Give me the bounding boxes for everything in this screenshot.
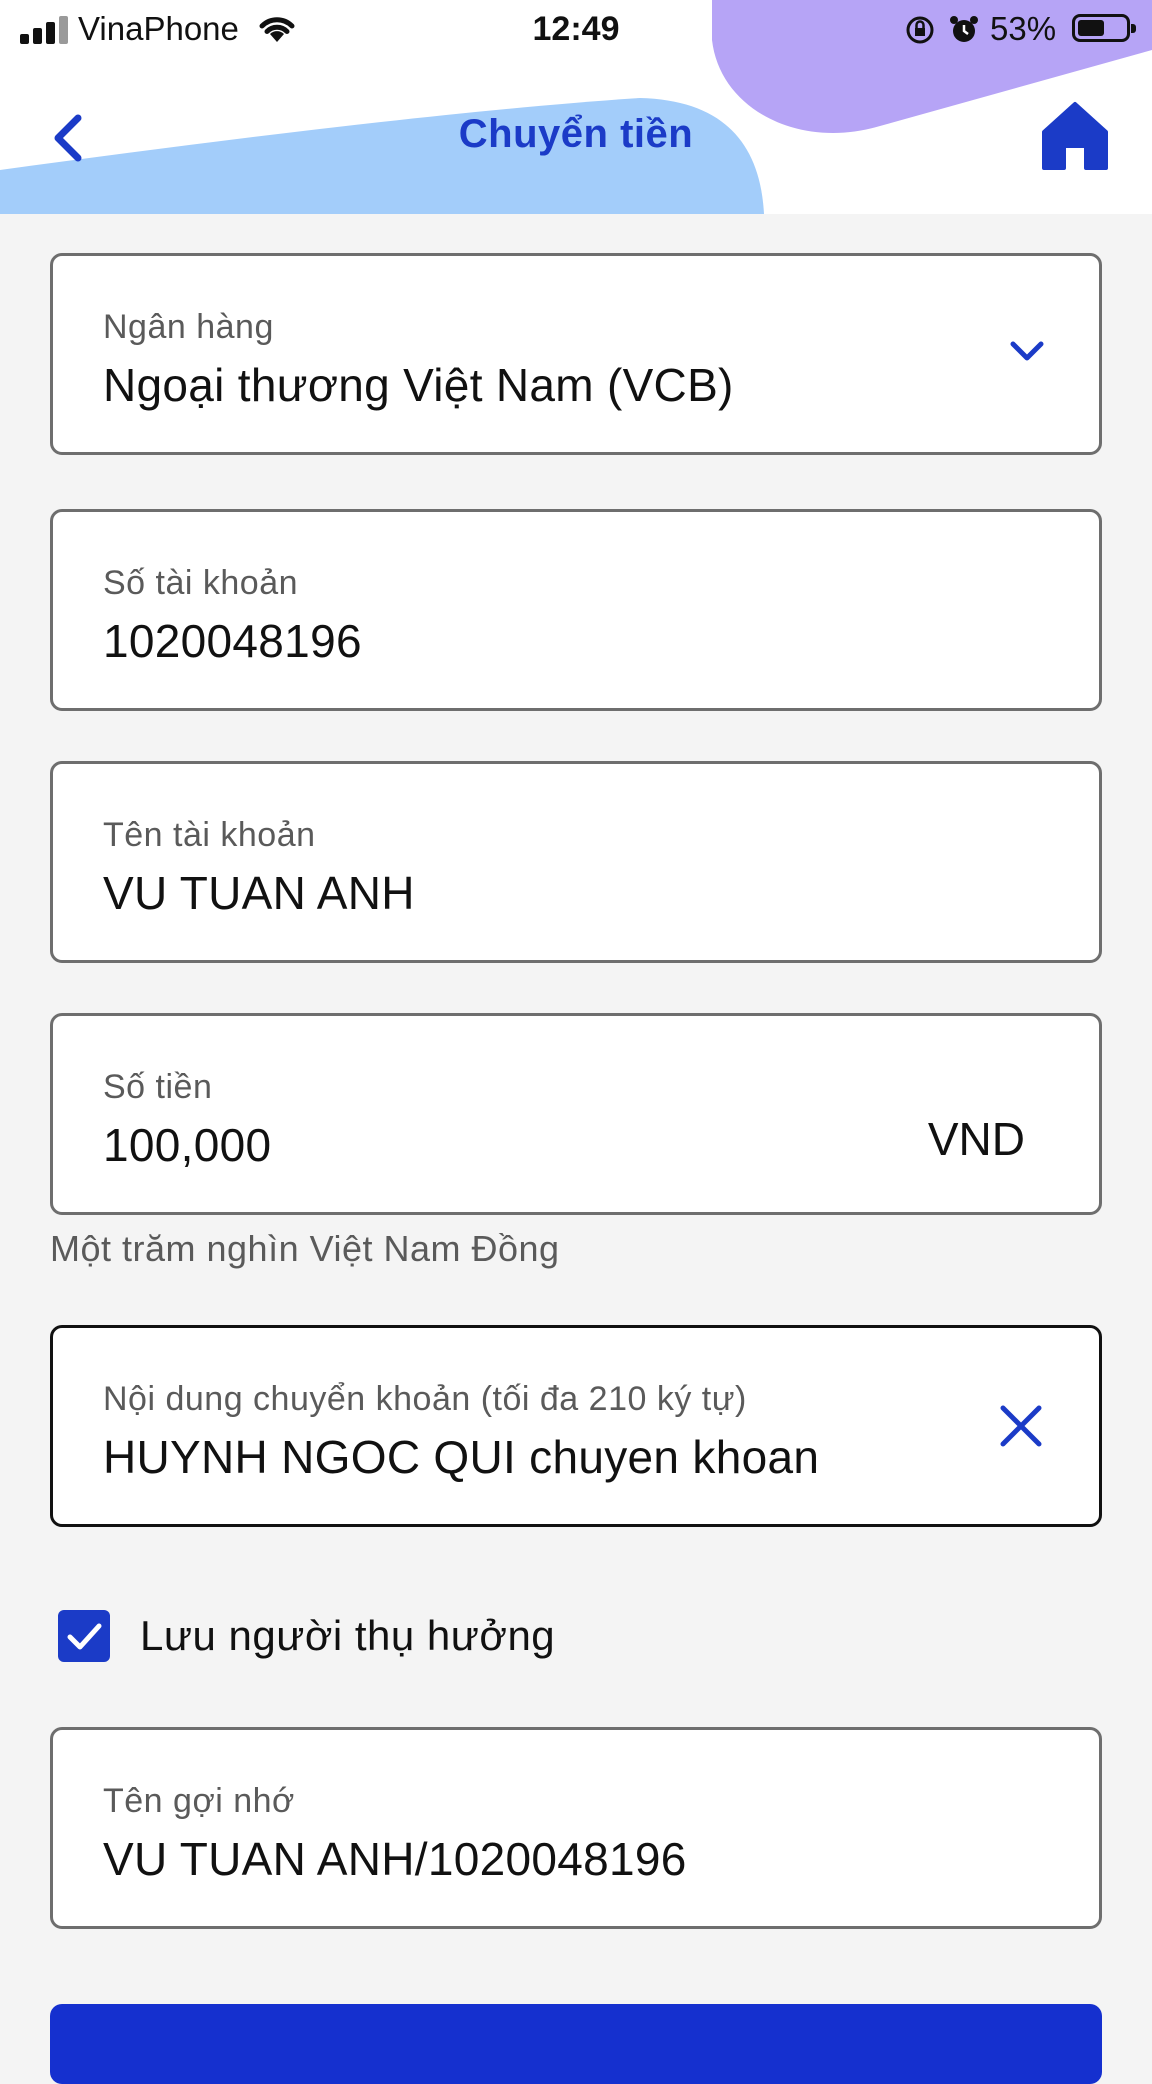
transfer-content-label: Nội dung chuyển khoản (tối đa 210 ký tự) <box>103 1380 747 1418</box>
account-name-label: Tên tài khoản <box>103 816 316 854</box>
battery-icon <box>1072 14 1136 42</box>
home-icon[interactable] <box>1040 100 1110 172</box>
nickname-value: VU TUAN ANH/1020048196 <box>103 1833 687 1885</box>
nickname-label: Tên gợi nhớ <box>103 1782 295 1820</box>
bank-select[interactable]: Ngân hàng Ngoại thương Việt Nam (VCB) <box>50 253 1102 455</box>
checkmark-icon <box>67 1623 102 1650</box>
transfer-content-field[interactable]: Nội dung chuyển khoản (tối đa 210 ký tự)… <box>50 1325 1102 1527</box>
status-bar: VinaPhone 12:49 53% <box>0 0 1152 60</box>
continue-button[interactable] <box>50 2004 1102 2084</box>
save-beneficiary-label[interactable]: Lưu người thụ hưởng <box>140 1612 555 1660</box>
amount-field[interactable]: Số tiền 100,000 VND <box>50 1013 1102 1215</box>
battery-percentage: 53% <box>990 10 1057 47</box>
currency-label: VND <box>927 1113 1025 1165</box>
header: VinaPhone 12:49 53% Chuyển tiền <box>0 0 1152 214</box>
chevron-down-icon[interactable] <box>1005 336 1049 366</box>
clear-icon[interactable] <box>995 1400 1047 1452</box>
account-number-label: Số tài khoản <box>103 564 299 602</box>
alarm-icon <box>950 16 978 42</box>
nickname-field[interactable]: Tên gợi nhớ VU TUAN ANH/1020048196 <box>50 1727 1102 1929</box>
account-number-value: 1020048196 <box>103 615 362 667</box>
account-name-value: VU TUAN ANH <box>103 867 415 919</box>
bank-label: Ngân hàng <box>103 308 274 346</box>
save-beneficiary-checkbox[interactable] <box>58 1610 110 1662</box>
bank-value: Ngoại thương Việt Nam (VCB) <box>103 359 734 411</box>
amount-label: Số tiền <box>103 1068 213 1106</box>
transfer-content-value: HUYNH NGOC QUI chuyen khoan <box>103 1431 820 1483</box>
orientation-lock-icon <box>906 16 934 44</box>
amount-in-words: Một trăm nghìn Việt Nam Đồng <box>50 1228 560 1269</box>
page-title: Chuyển tiền <box>458 112 694 156</box>
amount-value: 100,000 <box>103 1119 272 1171</box>
account-name-field[interactable]: Tên tài khoản VU TUAN ANH <box>50 761 1102 963</box>
account-number-field[interactable]: Số tài khoản 1020048196 <box>50 509 1102 711</box>
